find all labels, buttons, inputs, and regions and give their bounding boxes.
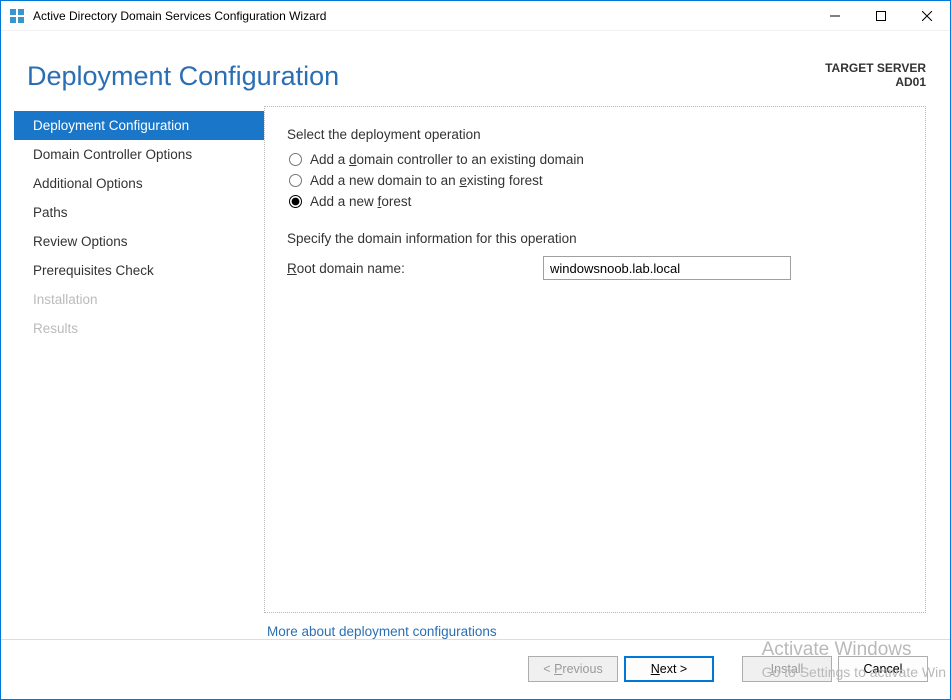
wizard-step-installation: Installation — [14, 285, 264, 314]
deployment-radio-1[interactable]: Add a new domain to an existing forest — [289, 173, 903, 188]
target-server-name: AD01 — [825, 75, 926, 89]
install-button: Install — [742, 656, 832, 682]
deployment-radio-input-0[interactable] — [289, 153, 302, 166]
deployment-radio-input-2[interactable] — [289, 195, 302, 208]
target-server-label: TARGET SERVER — [825, 61, 926, 75]
wizard-step-paths[interactable]: Paths — [14, 198, 264, 227]
wizard-step-review-options[interactable]: Review Options — [14, 227, 264, 256]
content-panel: Select the deployment operation Add a do… — [264, 106, 926, 613]
next-button[interactable]: Next > — [624, 656, 714, 682]
wizard-footer: < Previous Next > Install Cancel Activat… — [1, 639, 950, 697]
close-button[interactable] — [904, 1, 950, 31]
wizard-step-results: Results — [14, 314, 264, 343]
page-header: Deployment Configuration TARGET SERVER A… — [1, 31, 950, 106]
root-domain-row: Root domain name: — [287, 256, 903, 280]
page-title: Deployment Configuration — [27, 61, 339, 92]
deployment-radio-label-0: Add a domain controller to an existing d… — [310, 152, 584, 167]
more-about-link[interactable]: More about deployment configurations — [267, 624, 950, 639]
maximize-button[interactable] — [858, 1, 904, 31]
minimize-button[interactable] — [812, 1, 858, 31]
wizard-step-prerequisites-check[interactable]: Prerequisites Check — [14, 256, 264, 285]
wizard-steps-sidebar: Deployment ConfigurationDomain Controlle… — [6, 106, 264, 613]
wizard-body: Deployment ConfigurationDomain Controlle… — [1, 106, 950, 613]
wizard-step-domain-controller-options[interactable]: Domain Controller Options — [14, 140, 264, 169]
deployment-radio-label-1: Add a new domain to an existing forest — [310, 173, 543, 188]
deployment-radio-0[interactable]: Add a domain controller to an existing d… — [289, 152, 903, 167]
target-server-info: TARGET SERVER AD01 — [825, 61, 926, 89]
deployment-operation-label: Select the deployment operation — [287, 127, 903, 142]
deployment-radio-group: Add a domain controller to an existing d… — [289, 152, 903, 209]
wizard-step-deployment-configuration[interactable]: Deployment Configuration — [14, 111, 264, 140]
root-domain-label: Root domain name: — [287, 261, 543, 276]
deployment-radio-label-2: Add a new forest — [310, 194, 411, 209]
wizard-step-additional-options[interactable]: Additional Options — [14, 169, 264, 198]
deployment-radio-2[interactable]: Add a new forest — [289, 194, 903, 209]
window-titlebar: Active Directory Domain Services Configu… — [1, 1, 950, 31]
window-controls — [812, 1, 950, 30]
app-icon — [9, 8, 25, 24]
window-title: Active Directory Domain Services Configu… — [33, 9, 812, 23]
previous-button: < Previous — [528, 656, 618, 682]
root-domain-input[interactable] — [543, 256, 791, 280]
deployment-radio-input-1[interactable] — [289, 174, 302, 187]
cancel-button[interactable]: Cancel — [838, 656, 928, 682]
domain-info-label: Specify the domain information for this … — [287, 231, 903, 246]
